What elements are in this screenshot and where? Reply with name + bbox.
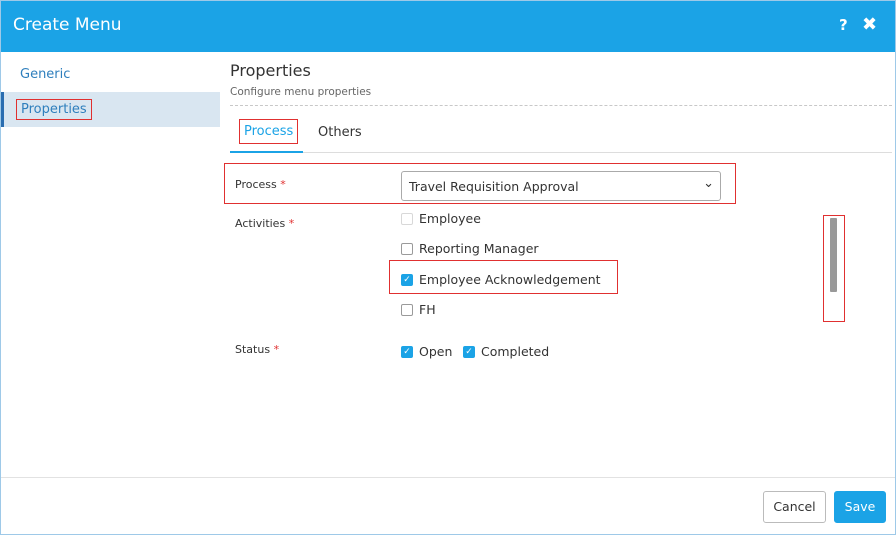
status-option-label: Completed bbox=[481, 344, 550, 359]
activities-scrollbar[interactable] bbox=[824, 215, 844, 319]
process-select[interactable]: Travel Requisition Approval ⌄ bbox=[401, 171, 721, 201]
activity-label: Employee bbox=[419, 211, 481, 226]
sidebar-item-properties[interactable]: Properties bbox=[1, 92, 220, 127]
dialog-title: Create Menu bbox=[13, 15, 122, 35]
checkbox-reporting-manager[interactable] bbox=[401, 243, 413, 255]
chevron-down-icon: ⌄ bbox=[703, 176, 714, 191]
activity-label: Employee Acknowledgement bbox=[419, 272, 601, 287]
checkbox-employee-acknowledgement[interactable]: ✓ bbox=[401, 274, 413, 286]
activity-label: FH bbox=[419, 302, 436, 317]
tab-label: Process bbox=[239, 119, 299, 144]
question-mark-icon[interactable]: ? bbox=[839, 16, 848, 34]
checkbox-fh[interactable] bbox=[401, 304, 413, 316]
tab-divider bbox=[230, 152, 892, 153]
sidebar: Generic Properties bbox=[1, 53, 221, 477]
divider bbox=[230, 105, 892, 106]
checkbox-completed[interactable]: ✓ bbox=[463, 346, 475, 358]
sidebar-item-generic[interactable]: Generic bbox=[1, 57, 220, 92]
page-subtitle: Configure menu properties bbox=[230, 86, 372, 98]
page-title: Properties bbox=[230, 61, 311, 80]
active-tab-indicator bbox=[230, 151, 303, 153]
close-icon[interactable]: ✖ bbox=[862, 14, 877, 35]
tab-others[interactable]: Others bbox=[318, 125, 362, 140]
status-option-label: Open bbox=[419, 344, 453, 359]
process-select-value: Travel Requisition Approval bbox=[409, 179, 579, 194]
activity-label: Reporting Manager bbox=[419, 241, 539, 256]
activities-label: Activities * bbox=[235, 217, 295, 230]
save-button[interactable]: Save bbox=[834, 491, 886, 523]
checkbox-employee[interactable] bbox=[401, 213, 413, 225]
sidebar-item-label: Properties bbox=[16, 99, 92, 120]
create-menu-dialog: Create Menu ? ✖ Generic Properties Prope… bbox=[0, 0, 896, 535]
sidebar-item-label: Generic bbox=[20, 67, 71, 82]
properties-panel: Properties Configure menu properties Pro… bbox=[224, 53, 892, 477]
tab-process[interactable]: Process bbox=[239, 119, 299, 144]
scrollbar-thumb[interactable] bbox=[830, 218, 837, 292]
cancel-button[interactable]: Cancel bbox=[763, 491, 826, 523]
process-label: Process * bbox=[235, 178, 286, 191]
footer-divider bbox=[1, 477, 895, 478]
dialog-titlebar: Create Menu ? ✖ bbox=[1, 1, 895, 52]
checkbox-open[interactable]: ✓ bbox=[401, 346, 413, 358]
status-label: Status * bbox=[235, 343, 280, 356]
